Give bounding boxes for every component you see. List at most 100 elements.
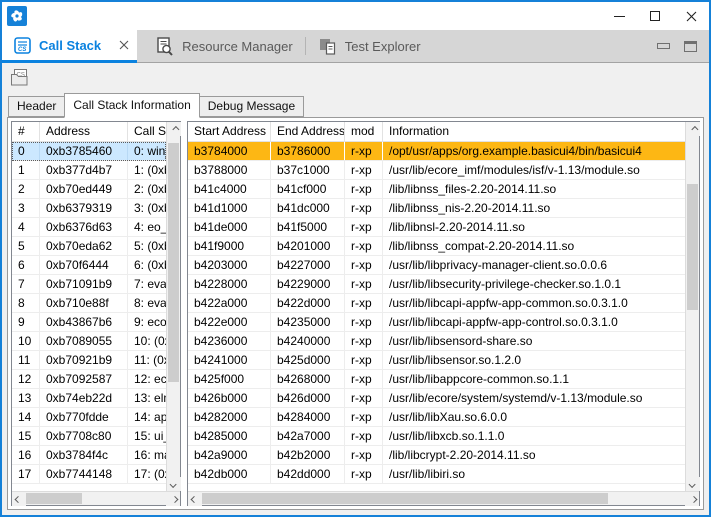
table-row[interactable]: b4228000b4229000r-xp/usr/lib/libsecurity… [188,275,685,294]
table-row[interactable]: 100xb708905510: (0x [12,332,166,351]
table-cell: /usr/lib/libprivacy-manager-client.so.0.… [383,256,685,274]
tab-call-stack[interactable]: CS Call Stack [2,30,137,63]
scroll-right-button[interactable] [685,492,699,506]
memory-map-table-body: b3784000b3786000r-xp/opt/usr/apps/org.ex… [188,142,685,491]
window-maximize-button[interactable] [637,2,673,30]
table-cell: 0 [12,142,40,160]
table-row[interactable]: b422a000b422d000r-xp/usr/lib/libcapi-app… [188,294,685,313]
subtab-call-stack-information[interactable]: Call Stack Information [64,93,199,118]
table-cell: /lib/libnss_files-2.20-2014.11.so [383,180,685,198]
table-cell: 17 [12,465,40,483]
scroll-track[interactable] [202,492,685,505]
svg-text:CS: CS [18,47,26,53]
subtab-header[interactable]: Header [8,96,65,117]
table-row[interactable]: b3784000b3786000r-xp/opt/usr/apps/org.ex… [188,142,685,161]
table-row[interactable]: b42db000b42dd000r-xp/usr/lib/libiri.so [188,465,685,484]
scroll-thumb[interactable] [26,493,82,504]
tab-label: Test Explorer [345,39,421,54]
call-stack-vertical-scrollbar[interactable] [166,122,180,491]
table-row[interactable]: 150xb7708c8015: ui_ [12,427,166,446]
table-row[interactable]: 10xb377d4b71: (0xb [12,161,166,180]
table-cell: b426d000 [271,389,345,407]
table-row[interactable]: 30xb63793193: (0xb [12,199,166,218]
column-header-start-address[interactable]: Start Address [188,122,271,141]
table-cell: r-xp [345,180,383,198]
table-row[interactable]: b4203000b4227000r-xp/usr/lib/libprivacy-… [188,256,685,275]
scroll-track[interactable] [167,136,180,477]
table-row[interactable]: b4241000b425d000r-xp/usr/lib/libsensor.s… [188,351,685,370]
table-row[interactable]: b4285000b42a7000r-xp/usr/lib/libxcb.so.1… [188,427,685,446]
table-cell: r-xp [345,427,383,445]
table-row[interactable]: 70xb71091b97: evas [12,275,166,294]
scroll-thumb[interactable] [168,143,179,382]
table-cell: /lib/libnsl-2.20-2014.11.so [383,218,685,236]
table-row[interactable]: 140xb770fdde14: ap [12,408,166,427]
scroll-up-button[interactable] [686,122,700,136]
table-row[interactable]: 130xb74eb22d13: elm [12,389,166,408]
table-row[interactable]: b426b000b426d000r-xp/usr/lib/ecore/syste… [188,389,685,408]
table-row[interactable]: b3788000b37c1000r-xp/usr/lib/ecore_imf/m… [188,161,685,180]
column-header-address[interactable]: Address [40,122,128,141]
panel-minimize-icon[interactable] [657,43,670,49]
table-cell: b425f000 [188,370,271,388]
window-close-button[interactable] [673,2,709,30]
table-cell: r-xp [345,313,383,331]
tab-test-explorer[interactable]: Test Explorer [306,30,433,62]
table-row[interactable]: 90xb43867b69: ecor [12,313,166,332]
table-row[interactable]: 40xb6376d634: eo_e [12,218,166,237]
table-row[interactable]: b41f9000b4201000r-xp/lib/libnss_compat-2… [188,237,685,256]
table-cell: b4240000 [271,332,345,350]
open-call-stack-file-button[interactable]: CS [8,66,34,90]
scroll-thumb[interactable] [202,493,608,504]
table-cell: b4241000 [188,351,271,369]
column-header-end-address[interactable]: End Address [271,122,345,141]
column-header-call-stack[interactable]: Call Stack [128,122,166,141]
scroll-track[interactable] [26,492,166,505]
table-row[interactable]: 00xb37854600: win_ [12,142,166,161]
scroll-left-button[interactable] [188,492,202,506]
scroll-left-button[interactable] [12,492,26,506]
subtab-debug-message[interactable]: Debug Message [199,96,304,117]
tab-close-button[interactable] [119,40,129,50]
column-header-mod[interactable]: mod [345,122,383,141]
table-row[interactable]: b41de000b41f5000r-xp/lib/libnsl-2.20-201… [188,218,685,237]
column-header-information[interactable]: Information [383,122,685,141]
table-row[interactable]: b42a9000b42b2000r-xp/lib/libcrypt-2.20-2… [188,446,685,465]
test-explorer-icon [318,37,337,56]
table-row[interactable]: 60xb70f64446: (0xb [12,256,166,275]
table-row[interactable]: b425f000b4268000r-xp/usr/lib/libappcore-… [188,370,685,389]
memory-map-vertical-scrollbar[interactable] [685,122,699,491]
scroll-thumb[interactable] [687,184,698,310]
table-row[interactable]: 50xb70eda625: (0xb [12,237,166,256]
panel-maximize-icon[interactable] [684,41,697,52]
table-cell: 0xb70ed449 [40,180,128,198]
table-row[interactable]: 160xb3784f4c16: ma [12,446,166,465]
table-row[interactable]: b4236000b4240000r-xp/usr/lib/libsensord-… [188,332,685,351]
table-cell: b42a9000 [188,446,271,464]
table-row[interactable]: b41d1000b41dc000r-xp/lib/libnss_nis-2.20… [188,199,685,218]
table-row[interactable]: 80xb710e88f8: evas [12,294,166,313]
table-row[interactable]: b41c4000b41cf000r-xp/lib/libnss_files-2.… [188,180,685,199]
table-row[interactable]: 170xb774414817: (0x [12,465,166,484]
table-cell: b41de000 [188,218,271,236]
call-stack-horizontal-scrollbar[interactable] [12,491,180,505]
memory-map-horizontal-scrollbar[interactable] [188,491,699,505]
call-stack-table-header: # Address Call Stack [12,122,166,142]
scroll-right-button[interactable] [166,492,180,506]
tab-resource-manager[interactable]: Resource Manager [143,30,305,62]
table-cell: 0xb70eda62 [40,237,128,255]
table-row[interactable]: 20xb70ed4492: (0xb [12,180,166,199]
table-cell: /usr/lib/libcapi-appfw-app-common.so.0.3… [383,294,685,312]
scroll-up-button[interactable] [167,122,181,136]
table-row[interactable]: 120xb709258712: eco [12,370,166,389]
scroll-track[interactable] [686,136,699,477]
scroll-down-button[interactable] [167,477,181,491]
table-row[interactable]: 110xb70921b911: (0x [12,351,166,370]
table-cell: 0xb71091b9 [40,275,128,293]
column-header-number[interactable]: # [12,122,40,141]
window-minimize-button[interactable] [601,2,637,30]
table-row[interactable]: b4282000b4284000r-xp/usr/lib/libXau.so.6… [188,408,685,427]
scroll-down-button[interactable] [686,477,700,491]
table-row[interactable]: b422e000b4235000r-xp/usr/lib/libcapi-app… [188,313,685,332]
table-cell: /usr/lib/libcapi-appfw-app-control.so.0.… [383,313,685,331]
